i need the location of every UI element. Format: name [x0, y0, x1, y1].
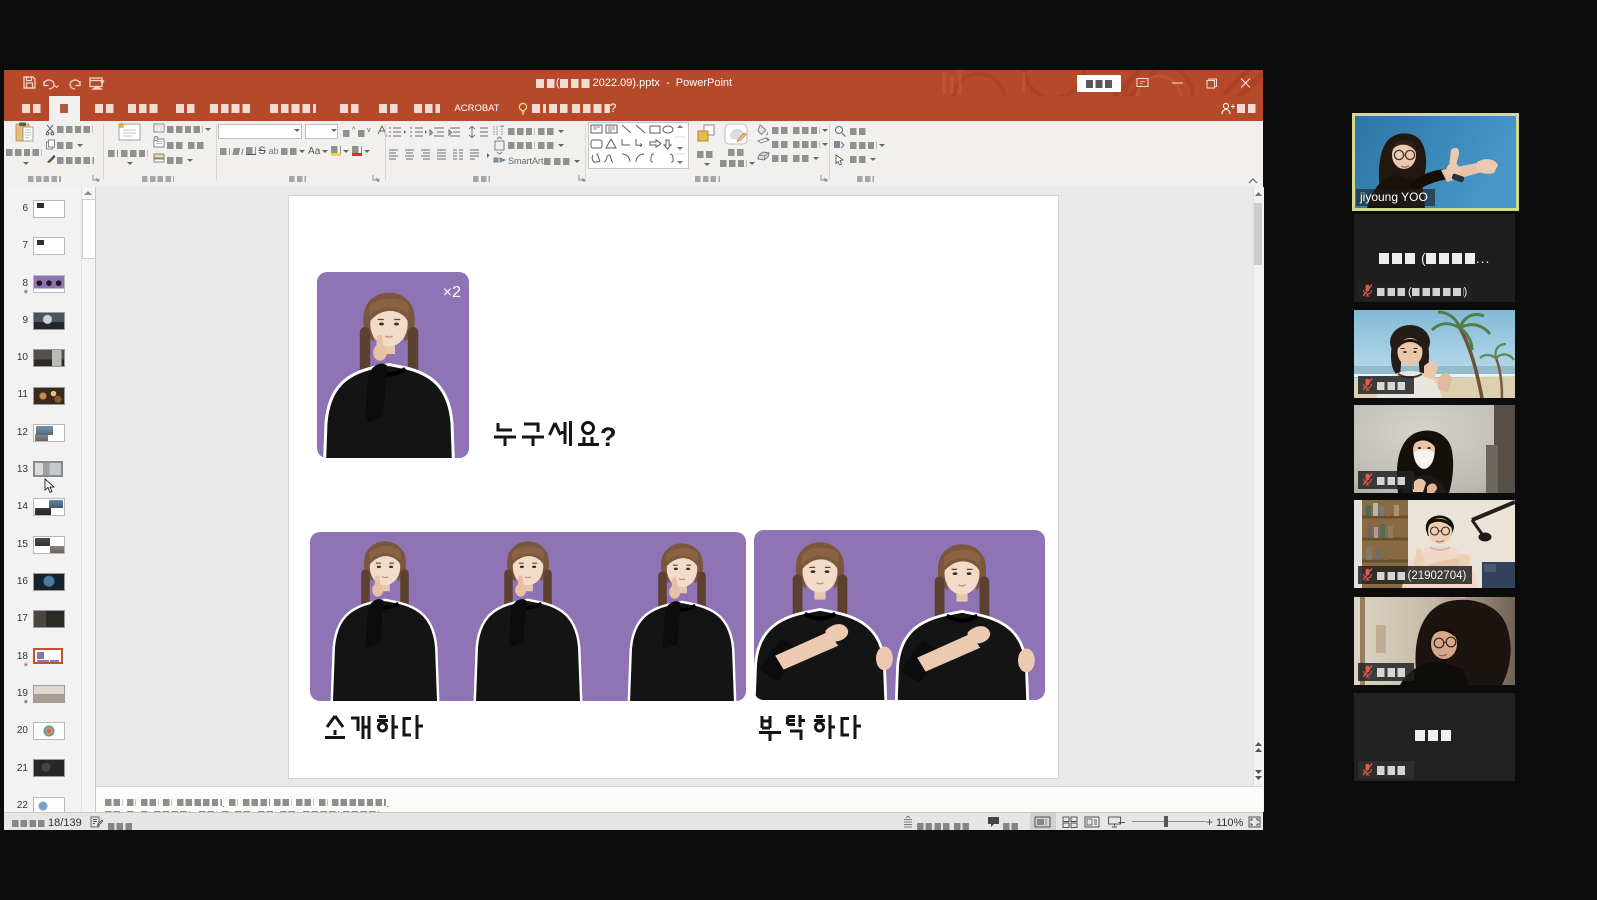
svg-text:×2: ×2 [443, 284, 461, 301]
svg-text:?: ? [600, 422, 617, 452]
